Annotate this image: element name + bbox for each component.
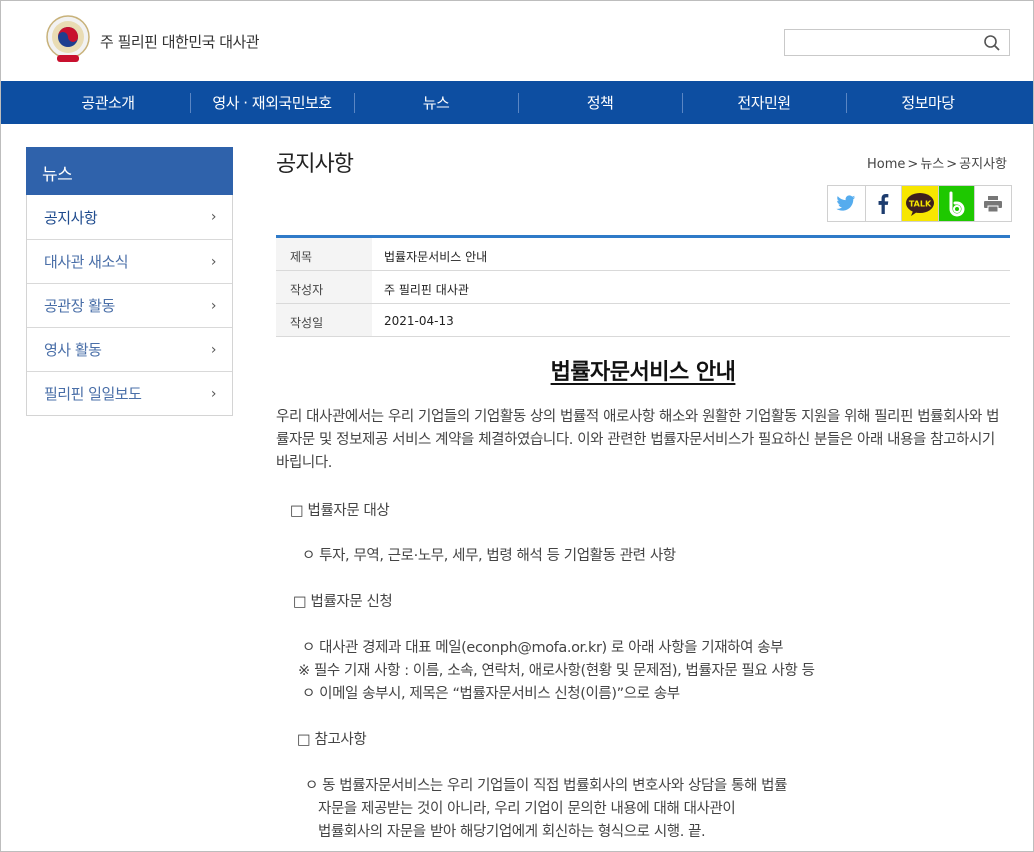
info-value: 주 필리핀 대사관 <box>384 283 469 297</box>
chevron-right-icon: › <box>210 385 217 402</box>
chevron-right-icon: › <box>210 341 217 358</box>
svg-text:TALK: TALK <box>909 199 932 208</box>
embassy-emblem-icon[interactable] <box>45 15 91 65</box>
facebook-icon <box>878 193 889 214</box>
sidebar-item-embassy-news[interactable]: 대사관 새소식 › <box>27 239 232 283</box>
twitter-share-button[interactable] <box>828 186 865 221</box>
header: 주 필리핀 대한민국 대사관 <box>1 1 1033 81</box>
nav-item-about[interactable]: 공관소개 <box>26 81 190 124</box>
article-intro: 우리 대사관에서는 우리 기업들의 기업활동 상의 법률적 애로사항 해소와 원… <box>276 409 1000 471</box>
nav-item-e-civil[interactable]: 전자민원 <box>682 81 846 124</box>
info-value: 2021-04-13 <box>384 314 454 328</box>
band-icon <box>949 191 965 216</box>
sidebar-item-label: 대사관 새소식 <box>44 253 129 271</box>
breadcrumb-separator: > <box>946 157 958 172</box>
search-input[interactable] <box>785 30 975 55</box>
chevron-right-icon: › <box>210 297 217 314</box>
breadcrumb-news[interactable]: 뉴스 <box>920 157 944 172</box>
info-value: 법률자문서비스 안내 <box>384 250 488 264</box>
sidebar-item-ambassador-activities[interactable]: 공관장 활동 › <box>27 283 232 327</box>
sidebar-item-notice[interactable]: 공지사항 › <box>27 195 232 239</box>
table-row: 제목 법률자문서비스 안내 <box>276 238 1010 271</box>
sidebar-item-label: 공관장 활동 <box>44 297 115 315</box>
kakaotalk-share-button[interactable]: TALK <box>901 186 938 221</box>
sidebar-list: 공지사항 › 대사관 새소식 › 공관장 활동 › 영사 활동 › 필리핀 일일… <box>26 195 233 416</box>
sidebar-item-label: 공지사항 <box>44 208 98 227</box>
breadcrumb-separator: > <box>907 157 919 172</box>
site-title[interactable]: 주 필리핀 대한민국 대사관 <box>100 31 260 52</box>
kakaotalk-icon: TALK <box>905 192 934 216</box>
search-box[interactable] <box>784 29 1010 56</box>
nav-item-policy[interactable]: 정책 <box>518 81 682 124</box>
sidebar-item-daily-report[interactable]: 필리핀 일일보도 › <box>27 371 232 415</box>
sidebar-item-label: 필리핀 일일보도 <box>44 385 142 403</box>
print-button[interactable] <box>974 186 1011 221</box>
sidebar-item-label: 영사 활동 <box>44 341 102 359</box>
article-title-text: 법률자문서비스 안내 <box>550 360 736 385</box>
section-heading: □ 법률자문 대상 <box>290 503 390 519</box>
info-label: 작성일 <box>276 304 372 336</box>
main-nav: 공관소개 영사 · 재외국민보호 뉴스 정책 전자민원 정보마당 <box>1 81 1033 124</box>
article-line: ㅇ 투자, 무역, 근로·노무, 세무, 법령 해석 등 기업활동 관련 사항 <box>302 548 676 564</box>
info-label: 제목 <box>276 238 372 270</box>
page-title: 공지사항 <box>276 152 354 177</box>
twitter-icon <box>836 195 856 211</box>
table-row: 작성자 주 필리핀 대사관 <box>276 271 1010 304</box>
share-bar: TALK <box>827 185 1012 222</box>
article-line: 자문을 제공받는 것이 아니라, 우리 기업이 문의한 내용에 대해 대사관이 <box>318 801 736 817</box>
band-share-button[interactable] <box>937 186 975 221</box>
facebook-share-button[interactable] <box>864 186 902 221</box>
sidebar-title: 뉴스 <box>26 147 233 195</box>
section-heading: □ 참고사항 <box>297 732 367 748</box>
breadcrumb-home[interactable]: Home <box>867 157 905 172</box>
nav-item-info[interactable]: 정보마당 <box>846 81 1010 124</box>
article-title: 법률자문서비스 안내 <box>276 354 1010 386</box>
chevron-right-icon: › <box>210 253 217 270</box>
article-line: ㅇ 동 법률자문서비스는 우리 기업들이 직접 법률회사의 변호사와 상담을 통… <box>305 778 788 794</box>
info-label: 작성자 <box>276 271 372 303</box>
article-line: ㅇ 대사관 경제과 대표 메일(econph@mofa.or.kr) 로 아래 … <box>302 640 784 656</box>
breadcrumb: Home > 뉴스 > 공지사항 <box>866 153 1008 172</box>
sidebar-item-consular-activities[interactable]: 영사 활동 › <box>27 327 232 371</box>
sidebar: 뉴스 공지사항 › 대사관 새소식 › 공관장 활동 › 영사 활동 › 필리핀… <box>26 147 233 416</box>
search-icon[interactable] <box>983 34 1001 52</box>
section-heading: □ 법률자문 신청 <box>293 594 393 610</box>
article-line: ㅇ 이메일 송부시, 제목은 “법률자문서비스 신청(이름)”으로 송부 <box>302 686 680 702</box>
print-icon <box>984 195 1003 212</box>
nav-item-consular[interactable]: 영사 · 재외국민보호 <box>190 81 354 124</box>
post-info-table: 제목 법률자문서비스 안내 작성자 주 필리핀 대사관 작성일 2021-04-… <box>276 235 1010 337</box>
table-row: 작성일 2021-04-13 <box>276 304 1010 337</box>
browser-frame: 주 필리핀 대한민국 대사관 공관소개 영사 · 재외국민보호 뉴스 정책 전자… <box>0 0 1034 852</box>
article-line: 법률회사의 자문을 받아 해당기업에게 회신하는 형식으로 시행. 끝. <box>318 824 706 840</box>
article-line: ※ 필수 기재 사항 : 이름, 소속, 연락처, 애로사항(현황 및 문제점)… <box>298 663 815 679</box>
breadcrumb-current: 공지사항 <box>959 157 1007 172</box>
chevron-right-icon: › <box>210 209 217 225</box>
nav-item-news[interactable]: 뉴스 <box>354 81 518 124</box>
